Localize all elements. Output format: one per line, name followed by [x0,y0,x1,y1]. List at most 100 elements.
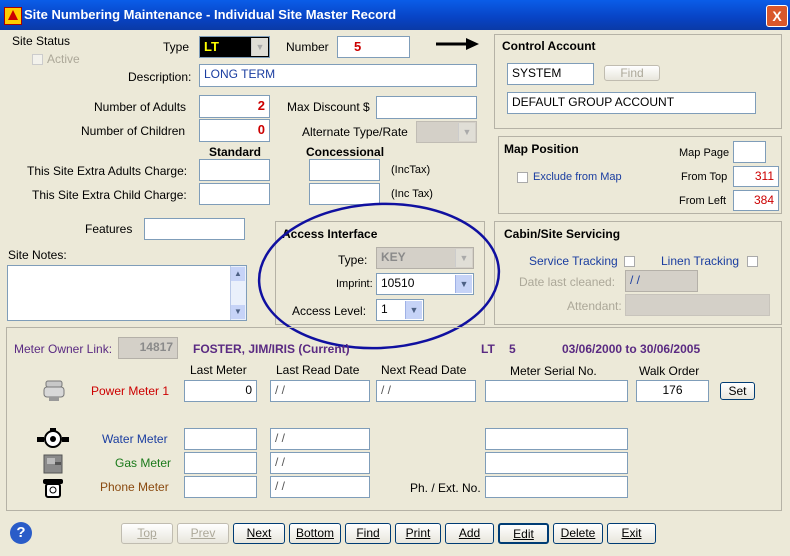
from-left-field[interactable]: 384 [733,190,779,211]
exclude-map-checkbox[interactable] [517,172,528,183]
max-discount-label: Max Discount $ [287,100,370,114]
type-select[interactable]: LT ▼ [199,36,270,58]
power-meter-label: Power Meter 1 [91,384,170,398]
inctax-label: (IncTax) [391,164,431,176]
bottom-button[interactable]: Bottom [289,523,341,544]
control-account-panel: Control Account SYSTEM Find DEFAULT GROU… [494,34,782,129]
water-meter-icon [37,428,69,448]
water-last-read-field[interactable]: / / [270,428,370,450]
exit-button[interactable]: Exit [607,523,656,544]
gas-last-meter-field[interactable] [184,452,257,474]
close-button[interactable]: X [766,5,788,27]
servicing-panel: Cabin/Site Servicing Service Tracking Li… [494,221,782,325]
attendant-field[interactable] [625,294,770,316]
gas-serial-field[interactable] [485,452,628,474]
edit-button[interactable]: Edit [498,523,549,544]
description-field[interactable]: LONG TERM [199,64,477,87]
map-page-field[interactable] [733,141,766,163]
meter-owner-type: LT [481,342,495,356]
adults-field[interactable]: 2 [199,95,270,118]
phone-last-meter-field[interactable] [184,476,257,498]
exclude-map-label: Exclude from Map [533,171,622,183]
gas-meter-icon [43,454,63,474]
power-next-read-field[interactable]: / / [376,380,476,402]
find-account-button[interactable]: Find [604,65,660,81]
active-checkbox[interactable] [32,54,43,65]
children-label: Number of Children [81,124,186,138]
top-button[interactable]: Top [121,523,173,544]
prev-button[interactable]: Prev [177,523,229,544]
phone-icon [43,479,63,498]
map-position-panel: Map Position Map Page Exclude from Map F… [498,136,782,214]
phone-meter-label: Phone Meter [100,480,169,494]
linen-tracking-label: Linen Tracking [661,254,740,268]
features-label: Features [85,222,133,236]
water-serial-field[interactable] [485,428,628,450]
scrollbar[interactable]: ▲ ▼ [230,266,246,320]
water-last-meter-field[interactable] [184,428,257,450]
servicing-title: Cabin/Site Servicing [504,227,621,241]
meter-panel: Meter Owner Link: 14817 FOSTER, JIM/IRIS… [6,327,782,511]
phone-last-read-field[interactable]: / / [270,476,370,498]
col-next-read: Next Read Date [381,363,467,377]
control-account-title: Control Account [502,39,596,53]
extra-adults-standard-field[interactable] [199,159,270,181]
find-button[interactable]: Find [345,523,391,544]
extra-adults-label: This Site Extra Adults Charge: [27,164,188,178]
meter-owner-id-field[interactable]: 14817 [118,337,178,359]
meter-owner-name: FOSTER, JIM/IRIS (Current) [193,342,350,356]
type-label: Type [163,40,190,54]
col-last-read: Last Read Date [276,363,360,377]
delete-button[interactable]: Delete [553,523,603,544]
help-icon[interactable]: ? [10,522,32,544]
children-field[interactable]: 0 [199,119,270,142]
service-tracking-checkbox[interactable] [624,256,635,267]
alt-type-label: Alternate Type/Rate [302,125,408,139]
title-bar: Site Numbering Maintenance - Individual … [0,0,790,30]
from-top-label: From Top [681,171,728,183]
active-label: Active [47,52,80,66]
features-field[interactable] [144,218,245,240]
adults-label: Number of Adults [94,100,187,114]
number-label: Number [286,40,329,54]
water-meter-label: Water Meter [102,432,168,446]
next-button[interactable]: Next [233,523,285,544]
chevron-down-icon: ▼ [251,38,268,56]
date-cleaned-field[interactable]: / / [625,270,698,292]
account-code-field[interactable]: SYSTEM [507,63,594,85]
linen-tracking-checkbox[interactable] [747,256,758,267]
power-serial-field[interactable] [485,380,628,402]
site-notes-label: Site Notes: [8,248,67,262]
map-page-label: Map Page [679,147,730,159]
gas-meter-label: Gas Meter [115,456,172,470]
power-last-read-field[interactable]: / / [270,380,370,402]
extra-child-label: This Site Extra Child Charge: [32,188,187,202]
concessional-header: Concessional [306,145,385,159]
service-tracking-label: Service Tracking [529,254,618,268]
add-button[interactable]: Add [445,523,494,544]
power-last-meter-field[interactable]: 0 [184,380,257,402]
meter-owner-number: 5 [509,342,516,356]
ph-ext-field[interactable] [485,476,628,498]
power-walk-order-field[interactable]: 176 [636,380,709,402]
set-button[interactable]: Set [720,382,755,400]
window-title: Site Numbering Maintenance - Individual … [24,7,397,22]
from-left-label: From Left [679,195,727,207]
extra-adults-concessional-field[interactable] [309,159,380,181]
site-notes-textarea[interactable]: ▲ ▼ [7,265,247,321]
max-discount-field[interactable] [376,96,477,119]
chevron-down-icon: ▼ [458,123,475,141]
alt-type-select[interactable]: ▼ [416,121,477,143]
gas-last-read-field[interactable]: / / [270,452,370,474]
number-field[interactable]: 5 [337,36,410,58]
from-top-field[interactable]: 311 [733,166,779,187]
account-name-field[interactable]: DEFAULT GROUP ACCOUNT [507,92,756,114]
print-button[interactable]: Print [395,523,441,544]
scroll-down-icon[interactable]: ▼ [231,305,245,319]
meter-owner-label: Meter Owner Link: [14,342,113,356]
col-walk-order: Walk Order [639,364,700,378]
date-cleaned-label: Date last cleaned: [519,275,616,289]
inctax-label-2: (Inc Tax) [391,188,433,200]
map-position-title: Map Position [504,142,579,156]
scroll-up-icon[interactable]: ▲ [231,267,245,281]
